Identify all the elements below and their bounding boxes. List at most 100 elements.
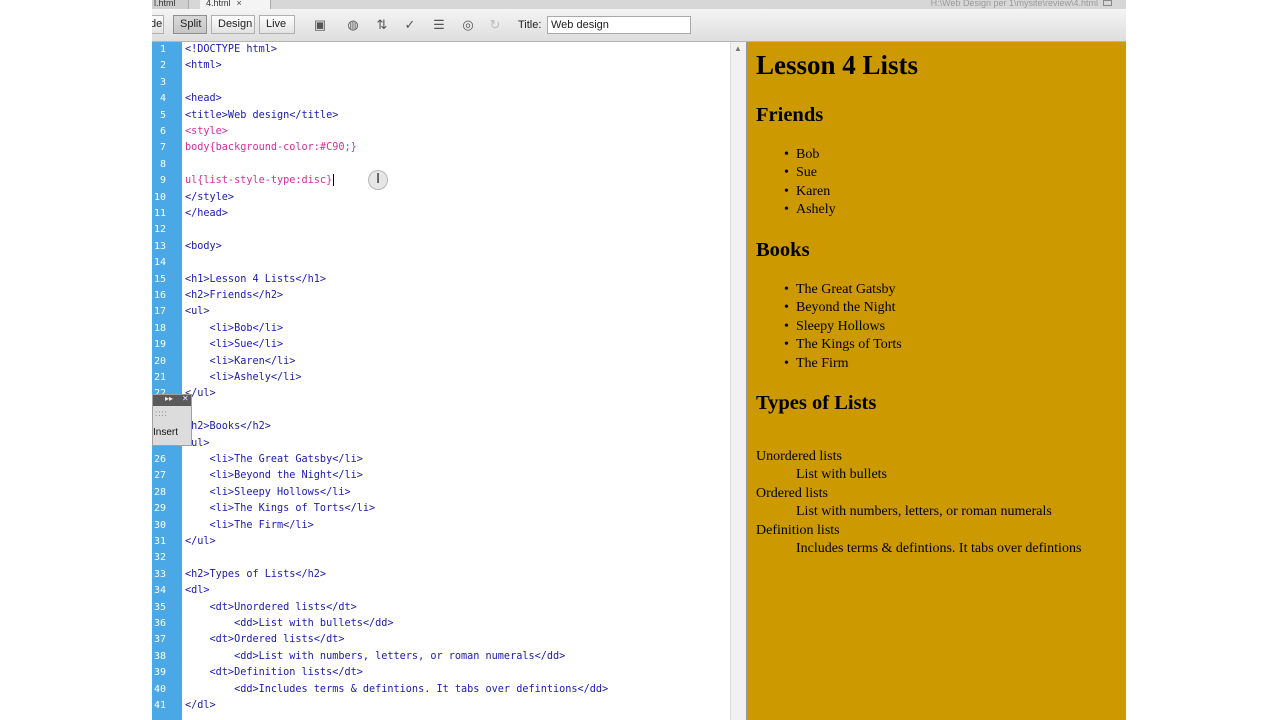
scroll-up-icon[interactable]: ▲	[734, 44, 742, 53]
list-item: Sue	[756, 164, 836, 183]
code-line: <style>	[185, 124, 228, 140]
line-number: 10	[153, 191, 166, 203]
text-cursor-icon: I	[368, 170, 388, 190]
line-number: 40	[153, 683, 166, 695]
code-line-text: <dd>List with bullets</dd>	[185, 618, 394, 629]
insert-panel-label: Insert	[153, 427, 179, 438]
code-line: <!DOCTYPE html>	[185, 42, 277, 58]
code-line: <title>Web design</title>	[185, 108, 338, 124]
insert-panel[interactable]: ▸▸ ✕ :::: Insert	[152, 394, 192, 446]
design-preview[interactable]: Lesson 4 Lists Friends BobSueKarenAshely…	[747, 42, 1126, 720]
line-number: 26	[153, 454, 166, 465]
code-line-text: <li>Bob</li>	[185, 322, 284, 334]
code-line-text: <h1>Lesson 4 Lists</h1>	[185, 273, 327, 285]
line-number: 19	[153, 339, 166, 351]
title-input[interactable]	[547, 16, 691, 34]
code-line-text: </head>	[185, 208, 228, 219]
line-number: 34	[153, 585, 166, 597]
code-line: <dd>List with numbers, letters, or roman…	[185, 649, 565, 665]
design-view-button[interactable]: Design	[211, 15, 255, 34]
preview-friends-heading: Friends	[756, 104, 824, 126]
code-line: <li>Sue</li>	[185, 337, 284, 353]
code-line-text: </ul>	[185, 536, 216, 547]
line-number: 35	[153, 601, 166, 613]
line-number: 11	[153, 208, 166, 219]
multiscreen-icon[interactable]: ▣	[310, 16, 330, 34]
code-line: </head>	[185, 206, 228, 222]
code-line-text: <li>Beyond the Night</li>	[185, 470, 363, 482]
line-number: 7	[159, 142, 166, 154]
view-options-icon[interactable]: ◎	[458, 16, 478, 34]
code-line-text: <li>Sue</li>	[185, 339, 284, 351]
code-line: <h2>Books</h2>	[185, 419, 271, 435]
line-number: 41	[153, 700, 166, 711]
tab-4-html[interactable]: 4.html ×	[200, 0, 271, 9]
line-number: 21	[153, 372, 166, 383]
code-line: <h2>Friends</h2>	[185, 288, 283, 304]
tab-label: l.html	[154, 0, 176, 8]
preview-definition-list: Unordered lists List with bullets Ordered …	[756, 448, 1081, 558]
code-line: </dl>	[185, 698, 216, 714]
line-number: 18	[153, 322, 166, 334]
code-line: <li>Beyond the Night</li>	[185, 468, 363, 484]
refresh-icon[interactable]: ↻	[485, 16, 505, 34]
code-view[interactable]: 1234567891011121314151617181920212223242…	[152, 42, 730, 720]
tab-label: 4.html	[206, 0, 231, 8]
line-number: 9	[159, 175, 166, 187]
close-panel-icon[interactable]: ✕	[182, 394, 189, 403]
file-management-icon[interactable]: ⇅	[372, 16, 392, 34]
code-line-text: <html>	[185, 60, 222, 72]
code-line: <dt>Ordered lists</dt>	[185, 632, 345, 648]
line-number: 16	[153, 290, 166, 301]
code-line: <dl>	[185, 583, 210, 599]
line-number: 33	[153, 568, 166, 580]
list-item: The Great Gatsby	[756, 281, 902, 300]
list-item: The Kings of Torts	[756, 336, 902, 355]
preview-h1: Lesson 4 Lists	[756, 50, 919, 80]
window-path: H:\Web Design per 1\mysite\review\4.html	[930, 0, 1098, 8]
code-line-text: <dt>Unordered lists</dt>	[185, 601, 357, 613]
code-line: <dd>Includes terms & defintions. It tabs…	[185, 682, 608, 698]
line-number: 32	[153, 552, 166, 564]
list-item: Ashely	[756, 201, 836, 220]
preview-types-heading: Types of Lists	[756, 392, 877, 414]
code-line-text: <head>	[185, 93, 222, 105]
visual-aids-icon[interactable]: ☰	[429, 16, 449, 34]
expand-panel-icon[interactable]: ▸▸	[165, 394, 173, 403]
split-view-button[interactable]: Split	[173, 15, 207, 34]
code-line: <li>Bob</li>	[185, 321, 284, 337]
code-line: <dd>List with bullets</dd>	[185, 616, 394, 632]
document-toolbar: de Split Design Live ▣ ◍ ⇅ ✓ ☰ ◎ ↻ Title…	[152, 9, 1126, 42]
tab-l-html[interactable]: l.html	[152, 0, 189, 9]
code-line-text: </dl>	[185, 700, 216, 711]
preview-browser-icon[interactable]: ◍	[343, 16, 363, 34]
line-number-gutter: 1234567891011121314151617181920212223242…	[152, 42, 182, 720]
code-line-text: </style>	[185, 191, 235, 203]
definition-term: Definition lists	[756, 522, 840, 538]
code-line: </ul>	[185, 534, 216, 550]
check-browser-icon[interactable]: ✓	[400, 16, 420, 34]
line-number: 29	[153, 503, 166, 515]
code-line: <dt>Definition lists</dt>	[185, 665, 363, 681]
definition-description: Includes terms & defintions. It tabs ove…	[796, 541, 1082, 557]
line-number: 3	[159, 76, 166, 88]
code-line-text: ul{list-style-type:disc}	[185, 175, 333, 187]
preview-books-list: The Great GatsbyBeyond the NightSleepy H…	[756, 281, 902, 373]
code-line: body{background-color:#C90;}	[185, 140, 357, 156]
line-number: 39	[153, 667, 166, 679]
live-view-button[interactable]: Live	[259, 15, 295, 34]
restore-window-icon[interactable]	[1103, 0, 1112, 6]
document-tab-strip: l.html 4.html × H:\Web Design per 1\mysit…	[152, 0, 1126, 9]
close-icon[interactable]: ×	[237, 0, 242, 8]
title-label: Title:	[518, 19, 542, 31]
line-number: 20	[153, 355, 166, 367]
code-view-button[interactable]: de	[152, 15, 164, 34]
desktop-left-margin	[0, 0, 152, 720]
code-vertical-scrollbar[interactable]: ▲	[730, 42, 746, 720]
line-number: 36	[153, 618, 166, 629]
line-number: 38	[153, 650, 166, 662]
list-item: Sleepy Hollows	[756, 318, 902, 337]
text-caret	[333, 174, 335, 187]
line-number: 14	[153, 257, 166, 269]
line-number: 31	[153, 536, 166, 547]
